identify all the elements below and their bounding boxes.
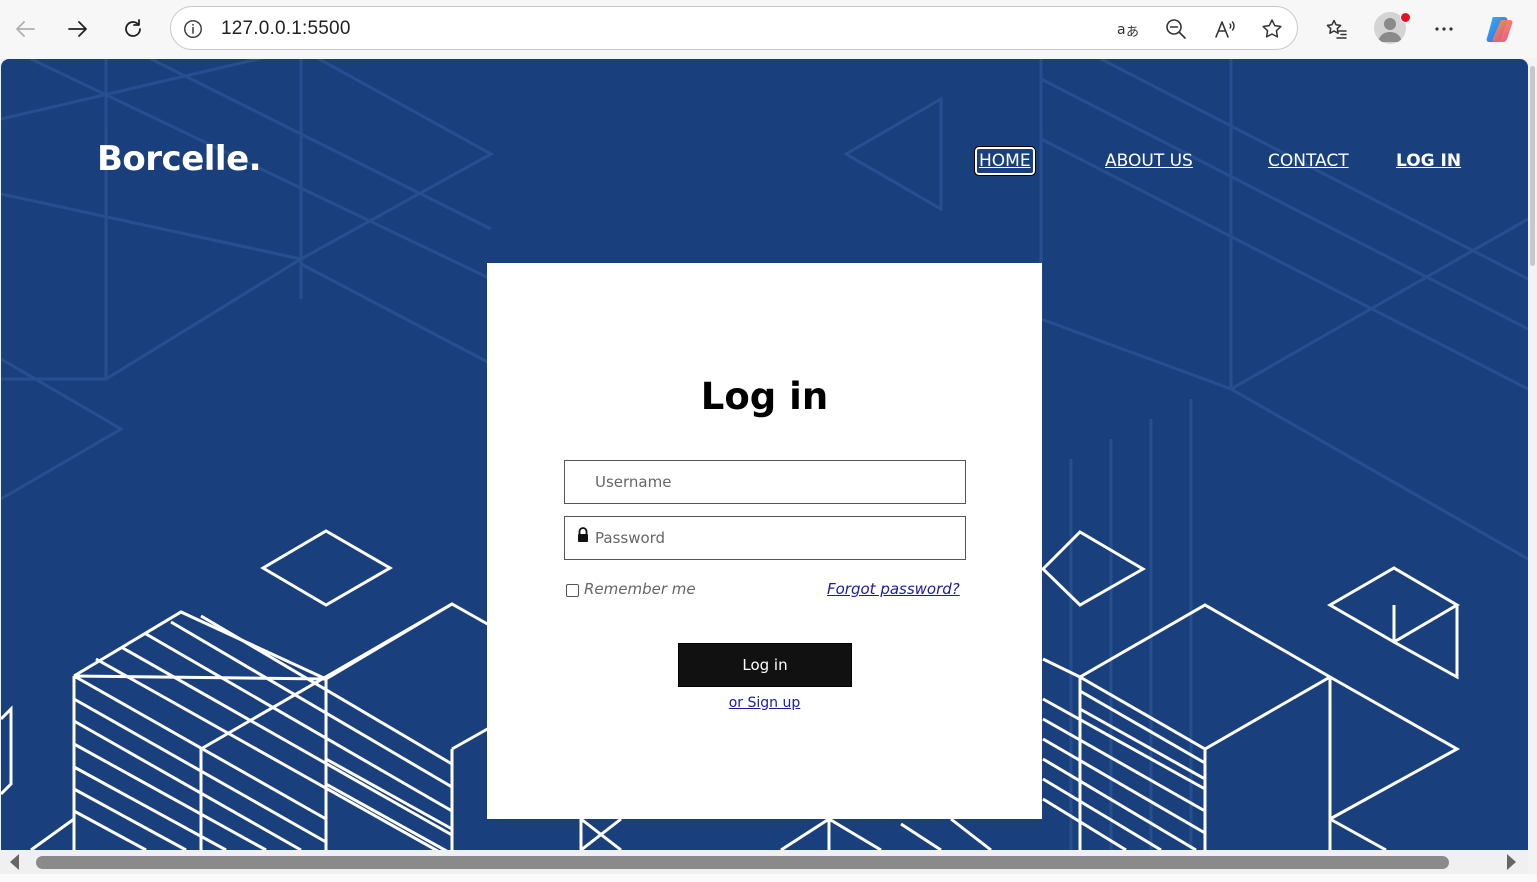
refresh-button[interactable] — [115, 11, 151, 47]
password-input[interactable] — [595, 517, 955, 559]
page-viewport: Borcelle. HOME ABOUT US CONTACT LOG IN L… — [1, 59, 1528, 850]
horizontal-scrollbar-thumb[interactable] — [36, 856, 1449, 869]
scroll-right-arrow-icon[interactable] — [1507, 854, 1516, 870]
refresh-icon — [125, 19, 141, 37]
remember-me-checkbox[interactable] — [566, 584, 579, 597]
nav-contact[interactable]: CONTACT — [1268, 151, 1349, 171]
notification-dot — [1400, 12, 1411, 23]
back-button[interactable] — [7, 11, 43, 47]
forward-button[interactable] — [60, 11, 96, 47]
translate-icon[interactable]: aあ — [1114, 15, 1142, 43]
star-icon[interactable] — [1258, 15, 1286, 43]
lock-icon — [578, 527, 588, 542]
browser-toolbar: 127.0.0.1:5500 aあ — [0, 0, 1537, 58]
signup-link[interactable]: or Sign up — [487, 695, 1042, 711]
status-bar — [0, 874, 1537, 882]
copilot-icon[interactable] — [1484, 12, 1518, 46]
password-field[interactable] — [564, 516, 966, 560]
login-title: Log in — [700, 375, 829, 418]
svg-text:あ: あ — [1126, 25, 1139, 40]
address-bar[interactable]: 127.0.0.1:5500 aあ — [170, 6, 1298, 50]
more-icon[interactable] — [1426, 11, 1462, 47]
forward-arrow-icon — [68, 21, 87, 37]
svg-text:a: a — [1117, 22, 1126, 38]
vertical-scrollbar-thumb[interactable] — [1530, 66, 1535, 266]
forgot-password-link[interactable]: Forgot password? — [827, 580, 960, 598]
remember-me-label[interactable]: Remember me — [584, 580, 696, 598]
username-input[interactable] — [595, 461, 955, 503]
favorites-icon[interactable] — [1318, 11, 1354, 47]
read-aloud-icon[interactable] — [1211, 15, 1239, 43]
username-field[interactable] — [564, 460, 966, 504]
zoom-out-icon[interactable] — [1162, 15, 1190, 43]
nav-home[interactable]: HOME — [974, 146, 1036, 176]
scroll-left-arrow-icon[interactable] — [10, 854, 19, 870]
site-logo[interactable]: Borcelle. — [97, 139, 262, 179]
login-card: Log in Remember me Forgot password? Log … — [487, 263, 1042, 819]
back-arrow-icon — [16, 21, 35, 37]
info-icon[interactable] — [181, 17, 205, 41]
nav-log-in[interactable]: LOG IN — [1396, 151, 1461, 171]
login-button[interactable]: Log in — [678, 643, 852, 687]
url-text[interactable]: 127.0.0.1:5500 — [221, 18, 351, 40]
nav-about-us[interactable]: ABOUT US — [1105, 151, 1193, 171]
